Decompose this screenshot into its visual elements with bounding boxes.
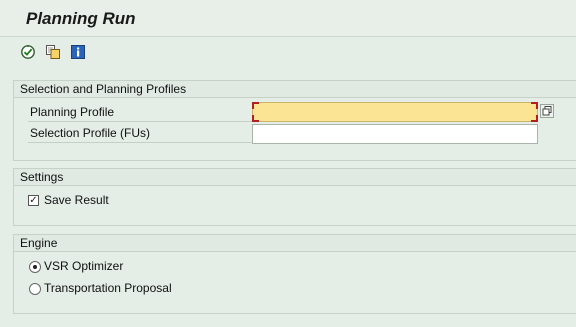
title-bar: Planning Run xyxy=(0,0,576,37)
vsr-optimizer-label: VSR Optimizer xyxy=(44,259,124,273)
execute-icon xyxy=(20,44,36,63)
planning-profile-label: Planning Profile xyxy=(30,105,115,119)
information-button[interactable] xyxy=(70,44,86,63)
selection-profile-field[interactable] xyxy=(252,124,538,144)
required-marker-top-right xyxy=(531,102,538,109)
group-settings: Settings ✓ Save Result xyxy=(13,168,576,226)
group-header-settings: Settings xyxy=(14,169,576,186)
value-help-button[interactable] xyxy=(540,104,554,118)
checkmark-icon: ✓ xyxy=(29,195,38,206)
save-result-label: Save Result xyxy=(44,193,109,207)
selection-profile-row: Selection Profile (FUs) xyxy=(14,124,252,143)
group-header-profiles: Selection and Planning Profiles xyxy=(14,81,576,98)
required-marker-top-left xyxy=(252,102,259,109)
info-icon xyxy=(70,44,86,63)
value-help-icon xyxy=(540,104,554,121)
row-divider xyxy=(28,142,252,143)
row-divider xyxy=(28,121,252,122)
group-profiles: Selection and Planning Profiles Planning… xyxy=(13,80,576,161)
group-engine: Engine VSR Optimizer Transportation Prop… xyxy=(13,234,576,314)
save-result-checkbox[interactable]: ✓ xyxy=(28,195,39,206)
planning-profile-field[interactable] xyxy=(252,102,538,122)
required-marker-bottom-right xyxy=(531,115,538,122)
transportation-proposal-label: Transportation Proposal xyxy=(44,281,172,295)
variant-icon xyxy=(45,44,61,63)
execute-button[interactable] xyxy=(20,44,36,63)
transportation-proposal-radio[interactable] xyxy=(29,283,41,295)
get-variant-button[interactable] xyxy=(45,44,61,63)
page-title: Planning Run xyxy=(26,9,136,28)
vsr-optimizer-radio[interactable] xyxy=(29,261,41,273)
selection-profile-label: Selection Profile (FUs) xyxy=(30,126,151,140)
application-toolbar xyxy=(0,37,576,69)
group-header-engine: Engine xyxy=(14,235,576,252)
planning-profile-row: Planning Profile xyxy=(14,103,252,122)
required-marker-bottom-left xyxy=(252,115,259,122)
